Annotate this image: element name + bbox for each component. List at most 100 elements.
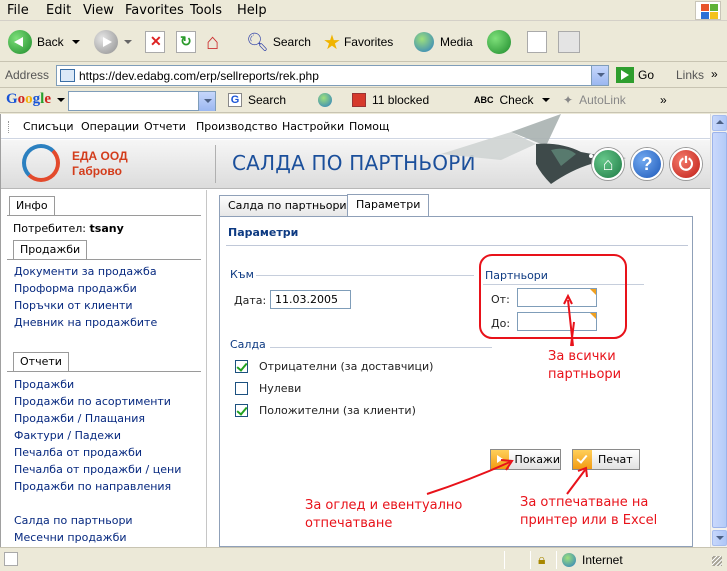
menu-file[interactable]: File bbox=[7, 3, 29, 18]
app-menu-reports[interactable]: Отчети bbox=[144, 120, 186, 133]
popup-blocker-button[interactable]: 11 blocked bbox=[352, 93, 429, 107]
home-icon: ⌂ bbox=[206, 29, 220, 54]
company-logo-icon bbox=[22, 144, 60, 182]
back-button[interactable]: Back bbox=[8, 28, 80, 56]
google-web-button[interactable] bbox=[318, 93, 338, 107]
link-report-profit[interactable]: Печалба от продажби bbox=[14, 446, 142, 459]
mail-button[interactable] bbox=[527, 28, 547, 56]
go-button[interactable]: Go bbox=[616, 67, 654, 83]
google-dropdown-icon[interactable] bbox=[57, 98, 65, 102]
power-button[interactable]: ⏻ bbox=[670, 148, 702, 180]
page-status-icon bbox=[4, 552, 18, 566]
stop-button[interactable]: ✕ bbox=[145, 28, 165, 56]
link-report-sales-assortment[interactable]: Продажби по асортименти bbox=[14, 395, 171, 408]
date-input[interactable]: 11.03.2005 bbox=[270, 290, 351, 309]
tab-partner-balances[interactable]: Салда по партньори bbox=[219, 195, 356, 216]
links-button[interactable]: Links bbox=[676, 68, 704, 82]
google-search-input[interactable] bbox=[68, 91, 216, 111]
home-button[interactable]: ⌂ bbox=[206, 28, 219, 56]
google-chevron-icon[interactable]: » bbox=[660, 93, 667, 107]
menu-favorites[interactable]: Favorites bbox=[125, 3, 184, 18]
app-menu-settings[interactable]: Настройки bbox=[282, 120, 344, 133]
app-menu-lists[interactable]: Списъци bbox=[23, 120, 73, 133]
link-proforma-sales[interactable]: Проформа продажби bbox=[14, 282, 137, 295]
forward-button[interactable] bbox=[94, 28, 132, 56]
google-toolbar: Google G Search 11 blocked ABC Check ✦ A… bbox=[0, 89, 727, 113]
link-client-orders[interactable]: Поръчки от клиенти bbox=[14, 299, 133, 312]
link-report-sales-directions[interactable]: Продажби по направления bbox=[14, 480, 171, 493]
partner-until-input[interactable] bbox=[517, 312, 597, 331]
to-group-label: Към bbox=[230, 268, 254, 281]
links-chevron-icon[interactable]: » bbox=[711, 67, 718, 81]
app-menu-help[interactable]: Помощ bbox=[349, 120, 389, 133]
show-arrow-icon bbox=[491, 450, 509, 469]
home-app-button[interactable]: ⌂ bbox=[592, 148, 624, 180]
link-report-partner-balances[interactable]: Салда по партньори bbox=[14, 514, 133, 527]
show-button[interactable]: Покажи bbox=[490, 449, 561, 470]
app-header: ЕДА ООД Габрово САЛДА ПО ПАРТНЬОРИ ⌂ ? ⏻ bbox=[1, 114, 710, 189]
globe-icon bbox=[318, 93, 332, 107]
partners-group-line bbox=[483, 284, 644, 285]
help-button[interactable]: ? bbox=[631, 148, 663, 180]
go-arrow-icon bbox=[616, 67, 634, 83]
print-button[interactable] bbox=[558, 28, 580, 56]
link-sales-journal[interactable]: Дневник на продажбите bbox=[14, 316, 157, 329]
tab-sales[interactable]: Продажби bbox=[13, 240, 88, 259]
back-dropdown-icon[interactable] bbox=[71, 40, 80, 44]
internet-globe-icon bbox=[562, 553, 576, 567]
link-report-sales-payments[interactable]: Продажби / Плащания bbox=[14, 412, 145, 425]
google-search-dropdown[interactable] bbox=[198, 92, 215, 111]
link-report-sales[interactable]: Продажби bbox=[14, 378, 74, 391]
tab-parameters[interactable]: Параметри bbox=[347, 194, 430, 216]
positive-checkbox[interactable] bbox=[235, 404, 248, 417]
menu-edit[interactable]: Edit bbox=[46, 3, 71, 18]
autolink-button[interactable]: ✦ AutoLink bbox=[563, 93, 626, 107]
resize-grip[interactable] bbox=[712, 556, 722, 566]
refresh-button[interactable]: ↻ bbox=[176, 28, 196, 56]
status-bar: 🔒︎ Internet bbox=[0, 547, 727, 571]
parameters-rule bbox=[226, 245, 688, 246]
link-report-monthly-sales[interactable]: Месечни продажби bbox=[14, 531, 127, 544]
address-input[interactable]: https://dev.edabg.com/erp/sellreports/re… bbox=[56, 65, 609, 86]
zone-indicator: Internet bbox=[562, 553, 623, 567]
scroll-thumb[interactable] bbox=[712, 132, 727, 528]
menu-tools[interactable]: Tools bbox=[190, 3, 222, 18]
check-dropdown-icon[interactable] bbox=[541, 98, 550, 102]
annotation-all-partners: За всички партньори bbox=[548, 348, 684, 384]
zero-checkbox[interactable] bbox=[235, 382, 248, 395]
positive-label: Положителни (за клиенти) bbox=[259, 404, 416, 417]
menu-view[interactable]: View bbox=[83, 3, 114, 18]
scroll-down-button[interactable] bbox=[712, 530, 727, 546]
refresh-icon: ↻ bbox=[176, 31, 196, 53]
partners-group-label: Партньори bbox=[485, 269, 548, 282]
tab-info[interactable]: Инфо bbox=[9, 196, 55, 215]
popup-blocked-icon bbox=[352, 93, 366, 107]
google-g-icon: G bbox=[228, 93, 242, 107]
menu-help[interactable]: Help bbox=[237, 3, 267, 18]
google-logo[interactable]: Google bbox=[6, 91, 51, 108]
app-menu-production[interactable]: Производство bbox=[196, 120, 277, 133]
app-menu-operations[interactable]: Операции bbox=[81, 120, 139, 133]
annotation-print: За отпечатване на принтер или в Excel bbox=[520, 494, 685, 530]
autolink-icon: ✦ bbox=[563, 93, 574, 107]
search-button[interactable]: 🔍︎ Search bbox=[246, 28, 311, 56]
link-report-profit-prices[interactable]: Печалба от продажби / цени bbox=[14, 463, 181, 476]
google-search-button[interactable]: G Search bbox=[228, 93, 286, 107]
tab-reports[interactable]: Отчети bbox=[13, 352, 69, 371]
print-report-button[interactable]: Печат bbox=[572, 449, 640, 470]
print-check-icon bbox=[573, 450, 592, 469]
address-dropdown-button[interactable] bbox=[591, 66, 608, 85]
spell-check-button[interactable]: ABC Check bbox=[474, 93, 550, 107]
favorites-button[interactable]: ★ Favorites bbox=[323, 28, 393, 56]
negative-checkbox[interactable] bbox=[235, 360, 248, 373]
history-button[interactable] bbox=[487, 28, 511, 56]
partner-from-input[interactable] bbox=[517, 288, 597, 307]
scroll-up-button[interactable] bbox=[712, 115, 727, 131]
mail-icon bbox=[527, 31, 547, 53]
link-report-invoices-due[interactable]: Фактури / Падежи bbox=[14, 429, 121, 442]
vertical-scrollbar[interactable] bbox=[710, 114, 727, 547]
media-button[interactable]: Media bbox=[414, 28, 473, 56]
star-icon: ★ bbox=[323, 31, 341, 54]
link-sales-documents[interactable]: Документи за продажба bbox=[14, 265, 157, 278]
forward-dropdown-icon[interactable] bbox=[124, 40, 132, 44]
